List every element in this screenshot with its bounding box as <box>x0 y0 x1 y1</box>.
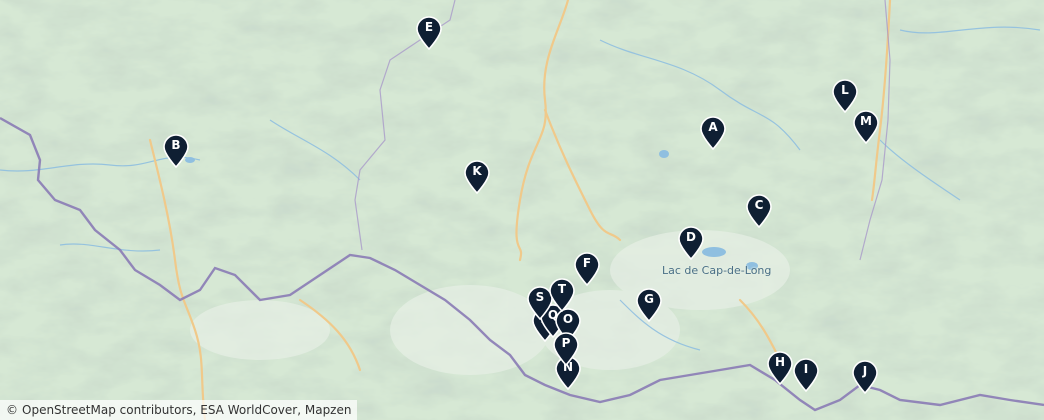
marker-letter: E <box>424 20 434 34</box>
marker-letter: P <box>561 336 571 350</box>
attribution-text[interactable]: OpenStreetMap contributors, ESA WorldCov… <box>22 400 351 420</box>
map-canvas[interactable] <box>0 0 1044 420</box>
map-marker-p[interactable]: P <box>553 332 579 366</box>
map-marker-g[interactable]: G <box>636 288 662 322</box>
marker-letter: L <box>841 83 849 97</box>
map-marker-i[interactable]: I <box>793 358 819 392</box>
marker-letter: A <box>708 120 718 134</box>
marker-letter: D <box>686 230 696 244</box>
marker-letter: K <box>472 164 482 178</box>
map-marker-m[interactable]: M <box>853 110 879 144</box>
marker-letter: C <box>754 198 764 212</box>
map-marker-h[interactable]: H <box>767 351 793 385</box>
map-marker-f[interactable]: F <box>574 252 600 286</box>
map-marker-j[interactable]: J <box>852 360 878 394</box>
marker-letter: H <box>774 355 786 369</box>
map-marker-a[interactable]: A <box>700 116 726 150</box>
map-marker-t[interactable]: T <box>549 278 575 312</box>
marker-letter: I <box>803 362 809 376</box>
marker-letter: J <box>862 364 868 378</box>
map-marker-e[interactable]: E <box>416 16 442 50</box>
marker-letter: O <box>562 312 574 326</box>
copyright-icon: © <box>6 403 18 417</box>
map-marker-d[interactable]: D <box>678 226 704 260</box>
map-marker-b[interactable]: B <box>163 134 189 168</box>
map-marker-k[interactable]: K <box>464 160 490 194</box>
map-marker-c[interactable]: C <box>746 194 772 228</box>
lake-label: Lac de Cap-de-Long <box>662 264 772 277</box>
marker-letter: B <box>171 138 181 152</box>
map-attribution: © OpenStreetMap contributors, ESA WorldC… <box>0 400 358 420</box>
map-marker-l[interactable]: L <box>832 79 858 113</box>
marker-letter: G <box>644 292 654 306</box>
marker-letter: M <box>860 114 872 128</box>
marker-letter: F <box>582 256 592 270</box>
marker-letter: T <box>557 282 567 296</box>
